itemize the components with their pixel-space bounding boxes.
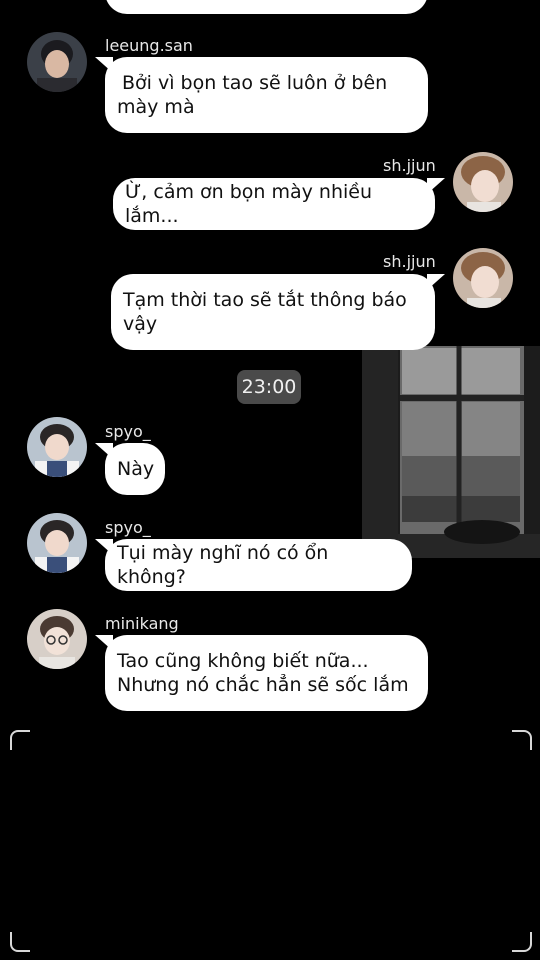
avatar-spyo[interactable] xyxy=(27,417,87,477)
message-text-line: Tạm thời tao sẽ tắt thông báo xyxy=(123,289,407,311)
message-text-line: vậy xyxy=(123,313,158,335)
message-text-line: Nhưng nó chắc hẳn sẽ sốc lắm xyxy=(117,674,409,696)
message-text-line: Tao cũng không biết nữa... xyxy=(117,650,369,672)
message-bubble: Tụi mày nghĩ nó có ổn không? xyxy=(95,539,412,591)
message-bubble: Tao cũng không biết nữa... Nhưng nó chắc… xyxy=(95,635,428,711)
sender-name: sh.jjun xyxy=(383,252,436,271)
avatar-leeung-san[interactable] xyxy=(27,32,87,92)
time-separator: 23:00 xyxy=(237,370,301,404)
message-bubble-partial xyxy=(105,0,428,14)
sender-name: spyo_ xyxy=(105,422,151,441)
message-text: Tụi mày nghĩ nó có ổn không? xyxy=(117,542,329,588)
frame-corner-bottom-right-icon xyxy=(512,932,532,952)
avatar-sh-jjun[interactable] xyxy=(453,248,513,308)
background-window-photo xyxy=(362,346,540,558)
frame-corner-top-right-icon xyxy=(512,730,532,750)
message-bubble: Ừ, cảm ơn bọn mày nhiều lắm... xyxy=(113,178,445,230)
avatar-sh-jjun[interactable] xyxy=(453,152,513,212)
frame-corner-bottom-left-icon xyxy=(10,932,30,952)
sender-name: sh.jjun xyxy=(383,156,436,175)
message-text-line: mày mà xyxy=(117,96,195,118)
message-text: Ừ, cảm ơn bọn mày nhiều lắm... xyxy=(125,181,373,227)
sender-name: minikang xyxy=(105,614,179,633)
avatar-spyo[interactable] xyxy=(27,513,87,573)
message-text: Này xyxy=(117,458,155,480)
sender-name: leeung.san xyxy=(105,36,193,55)
message-bubble: Tạm thời tao sẽ tắt thông báo vậy xyxy=(111,274,445,350)
sender-name: spyo_ xyxy=(105,518,151,537)
frame-corner-top-left-icon xyxy=(10,730,30,750)
message-bubble: Bởi vì bọn tao sẽ luôn ở bên mày mà xyxy=(95,57,428,133)
message-bubble: Này xyxy=(95,443,165,495)
avatar-minikang[interactable] xyxy=(27,609,87,669)
message-text-line: Bởi vì bọn tao sẽ luôn ở bên xyxy=(122,72,388,94)
